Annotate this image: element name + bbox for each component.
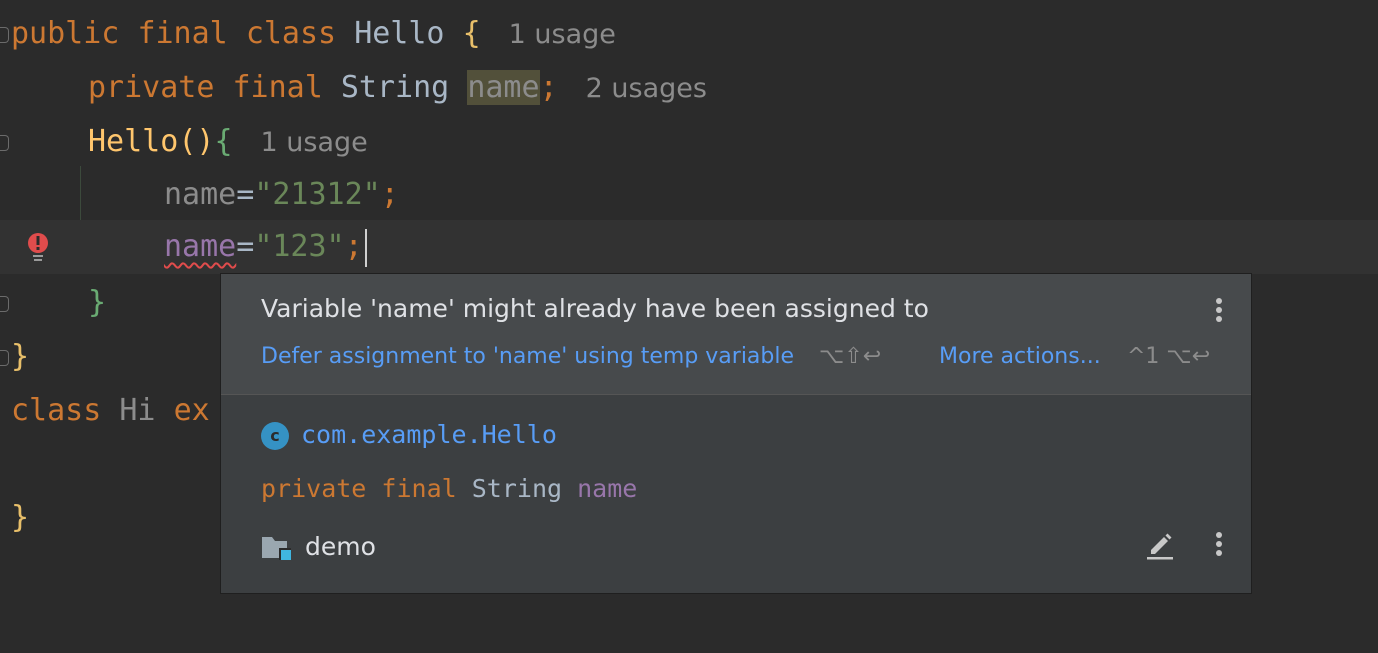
more-actions-shortcut: ^1 ⌥↩ bbox=[1127, 344, 1211, 369]
usage-hint[interactable]: 1 usage bbox=[261, 127, 368, 158]
error-tooltip-popup: Variable 'name' might already have been … bbox=[220, 273, 1252, 594]
semicolon: ; bbox=[539, 70, 558, 105]
keyword: final bbox=[381, 474, 457, 503]
code-line-3[interactable]: Hello(){1 usage bbox=[0, 115, 1378, 169]
type-name: String bbox=[340, 70, 450, 105]
more-actions-link[interactable]: More actions... bbox=[939, 344, 1101, 369]
field-name-highlighted[interactable]: name bbox=[467, 70, 540, 105]
code-line-5[interactable]: name="123"; bbox=[0, 220, 1378, 274]
class-icon: c bbox=[261, 422, 289, 450]
keyword-partial: ex bbox=[173, 393, 210, 428]
operator: = bbox=[236, 229, 255, 264]
quick-fix-link[interactable]: Defer assignment to 'name' using temp va… bbox=[261, 344, 794, 369]
fold-marker[interactable] bbox=[0, 296, 9, 312]
brace: { bbox=[462, 16, 481, 51]
brace: { bbox=[214, 124, 233, 159]
string-literal: "21312" bbox=[254, 177, 381, 212]
module-name: demo bbox=[305, 532, 376, 561]
error-message: Variable 'name' might already have been … bbox=[261, 294, 929, 323]
more-vertical-icon[interactable] bbox=[1215, 298, 1223, 326]
usage-hint[interactable]: 2 usages bbox=[586, 73, 707, 104]
field-name-error[interactable]: name bbox=[164, 229, 236, 264]
usage-hint[interactable]: 1 usage bbox=[509, 19, 616, 50]
field-name: name bbox=[577, 474, 638, 503]
string-literal: "123" bbox=[254, 229, 345, 264]
parens: () bbox=[178, 124, 215, 159]
quick-fix-shortcut: ⌥⇧↩ bbox=[819, 344, 882, 369]
semicolon: ; bbox=[380, 177, 399, 212]
class-name: Hi bbox=[119, 393, 156, 428]
text-caret bbox=[364, 228, 367, 267]
operator: = bbox=[236, 177, 255, 212]
class-fqn-link[interactable]: com.example.Hello bbox=[301, 420, 557, 449]
keyword: public bbox=[11, 16, 120, 51]
keyword: private bbox=[261, 474, 367, 503]
keyword: final bbox=[137, 16, 228, 51]
code-line-4[interactable]: name="21312"; bbox=[0, 168, 1378, 222]
keyword: class bbox=[11, 393, 102, 428]
semicolon: ; bbox=[344, 229, 363, 264]
field-declaration: private final String name bbox=[261, 474, 637, 503]
fold-marker[interactable] bbox=[0, 350, 9, 366]
constructor-name: Hello bbox=[88, 124, 179, 159]
brace: } bbox=[11, 500, 30, 535]
class-name: Hello bbox=[354, 16, 445, 51]
code-line-2[interactable]: private final String name; 2 usages bbox=[0, 61, 1378, 115]
code-line-1[interactable]: public final class Hello {1 usage bbox=[0, 7, 1378, 61]
popup-header: Variable 'name' might already have been … bbox=[221, 274, 1251, 395]
keyword: class bbox=[245, 16, 337, 51]
module-folder-icon bbox=[262, 537, 291, 560]
keyword: final bbox=[232, 70, 323, 105]
keyword: private bbox=[88, 70, 215, 105]
type-name: String bbox=[471, 474, 563, 503]
brace: } bbox=[11, 339, 30, 374]
error-bulb-icon[interactable] bbox=[26, 232, 50, 262]
brace: } bbox=[88, 285, 107, 320]
fold-marker[interactable] bbox=[0, 27, 9, 43]
field-name: name bbox=[164, 177, 237, 212]
more-vertical-icon[interactable] bbox=[1215, 532, 1223, 560]
fold-marker[interactable] bbox=[0, 135, 9, 151]
edit-pencil-icon[interactable] bbox=[1145, 530, 1175, 560]
